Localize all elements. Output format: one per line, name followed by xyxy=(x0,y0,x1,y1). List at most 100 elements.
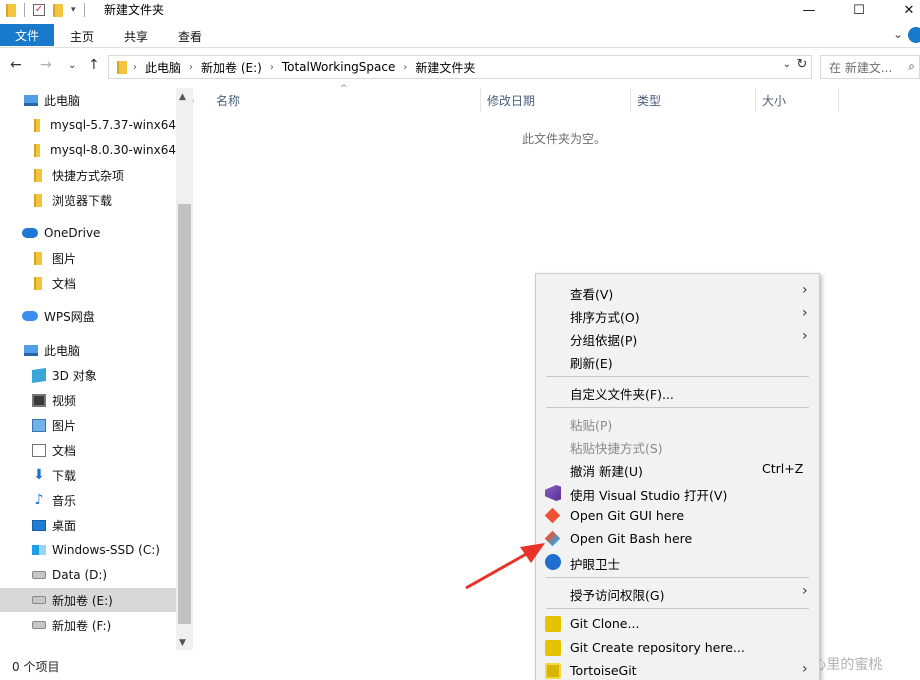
tab-file[interactable]: 文件 xyxy=(0,24,54,46)
chevron-right-icon[interactable]: › xyxy=(270,62,274,73)
tab-home[interactable]: 主页 xyxy=(70,28,94,45)
ribbon: 文件 主页 共享 查看 ⌄ xyxy=(0,22,920,48)
menu-item-open-visual-studio[interactable]: 使用 Visual Studio 打开(V) xyxy=(536,481,819,504)
column-divider[interactable] xyxy=(480,88,481,112)
scroll-up-icon[interactable]: ▲ xyxy=(179,92,186,102)
sidebar-item-this-pc-pinned[interactable]: 此电脑 ✎ xyxy=(24,88,194,112)
menu-item-paste-shortcut: 粘贴快捷方式(S) xyxy=(570,441,663,456)
menu-item-group-by[interactable]: 分组依据(P) › xyxy=(536,326,819,349)
sidebar-item-music[interactable]: ♪ 音乐 xyxy=(32,488,176,512)
column-header-size[interactable]: 大小 xyxy=(762,88,786,112)
menu-separator xyxy=(546,407,809,408)
refresh-button[interactable]: ↻ xyxy=(792,57,812,75)
customize-toolbar-icon[interactable]: ▾ xyxy=(71,5,76,15)
scroll-down-icon[interactable]: ▼ xyxy=(179,638,186,648)
breadcrumb-totalworkingspace[interactable]: TotalWorkingSpace xyxy=(282,60,396,74)
menu-item-customize-folder[interactable]: 自定义文件夹(F)... xyxy=(536,380,819,403)
folder-icon xyxy=(34,118,41,132)
chevron-right-icon[interactable]: › xyxy=(403,62,407,73)
chevron-right-icon[interactable]: › xyxy=(133,62,137,73)
breadcrumb-this-pc[interactable]: 此电脑 xyxy=(145,59,181,76)
sidebar-scrollbar[interactable]: ▲ ▼ xyxy=(176,88,193,650)
expand-ribbon-icon[interactable]: ⌄ xyxy=(893,27,903,41)
sidebar-item-mysql-5[interactable]: mysql-5.7.37-winx64 xyxy=(34,113,176,137)
sidebar-item-3d-objects[interactable]: 3D 对象 xyxy=(32,363,176,387)
annotation-arrow-shaft xyxy=(465,551,529,590)
menu-item-tortoisegit[interactable]: TortoiseGit › xyxy=(536,659,819,680)
breadcrumb-drive-e[interactable]: 新加卷 (E:) xyxy=(201,59,262,76)
sidebar-item-wps-cloud[interactable]: WPS网盘 xyxy=(22,304,176,328)
drive-icon xyxy=(32,621,46,629)
chevron-right-icon[interactable]: › xyxy=(189,62,193,73)
folder-icon xyxy=(117,60,127,74)
menu-item-open-git-gui[interactable]: Open Git GUI here xyxy=(536,504,819,527)
sidebar-item-shortcuts[interactable]: 快捷方式杂项 xyxy=(34,163,176,187)
recent-locations-icon[interactable]: ⌄ xyxy=(68,60,76,71)
sidebar-item-desktop[interactable]: 桌面 xyxy=(32,513,176,537)
sort-ascending-icon: ^ xyxy=(340,84,348,94)
menu-item-git-clone[interactable]: Git Clone... xyxy=(536,612,819,635)
column-divider[interactable] xyxy=(755,88,756,112)
column-header-date-modified[interactable]: 修改日期 xyxy=(487,88,535,112)
menu-item-undo-new[interactable]: 撤消 新建(U) Ctrl+Z xyxy=(536,457,819,480)
navigation-bar: ← → ⌄ ↑ › 此电脑 › 新加卷 (E:) › TotalWorkingS… xyxy=(0,54,920,80)
menu-item-open-git-bash[interactable]: Open Git Bash here xyxy=(536,527,819,550)
properties-icon[interactable]: ✓ xyxy=(33,4,45,16)
address-dropdown-icon[interactable]: ⌄ xyxy=(783,59,791,70)
sidebar-item-documents[interactable]: 文档 xyxy=(32,438,176,462)
menu-item-sort-by[interactable]: 排序方式(O) › xyxy=(536,303,819,326)
sidebar-item-label: 下载 xyxy=(52,468,77,483)
sidebar-item-this-pc[interactable]: 此电脑 xyxy=(24,338,176,362)
search-input[interactable]: 在 新建文... ⌕ xyxy=(820,55,920,79)
sidebar-item-drive-f[interactable]: 新加卷 (F:) xyxy=(32,613,176,637)
menu-item-git-create-repository[interactable]: Git Create repository here... xyxy=(536,636,819,659)
minimize-button[interactable]: — xyxy=(786,0,832,20)
folder-icon[interactable] xyxy=(6,3,16,17)
sidebar-item-label: WPS网盘 xyxy=(44,309,95,324)
menu-item-refresh[interactable]: 刷新(E) xyxy=(536,349,819,372)
breadcrumb-current-folder[interactable]: 新建文件夹 xyxy=(415,59,475,76)
sidebar-item-label: 快捷方式杂项 xyxy=(52,168,125,183)
sidebar-item-drive-d[interactable]: Data (D:) xyxy=(32,563,176,587)
visual-studio-icon xyxy=(545,485,561,501)
column-divider[interactable] xyxy=(630,88,631,112)
maximize-button[interactable]: ☐ xyxy=(836,0,882,20)
menu-item-eye-guard[interactable]: 护眼卫士 xyxy=(536,550,819,573)
sidebar-item-videos[interactable]: 视频 xyxy=(32,388,176,412)
computer-icon xyxy=(24,94,38,106)
sidebar-item-onedrive-documents[interactable]: 文档 xyxy=(34,271,176,295)
tab-view[interactable]: 查看 xyxy=(178,28,202,45)
sidebar-item-label: 文档 xyxy=(52,276,77,291)
new-folder-icon[interactable] xyxy=(53,3,63,17)
column-header-type[interactable]: 类型 xyxy=(637,88,661,112)
close-button[interactable]: ✕ xyxy=(886,0,920,20)
search-icon: ⌕ xyxy=(908,59,915,73)
chevron-right-icon: › xyxy=(802,661,808,677)
tab-share[interactable]: 共享 xyxy=(124,28,148,45)
back-button[interactable]: ← xyxy=(10,57,22,73)
sidebar-item-drive-e[interactable]: 新加卷 (E:) xyxy=(0,588,176,612)
sidebar-item-pictures[interactable]: 图片 xyxy=(32,413,176,437)
help-icon[interactable] xyxy=(908,27,920,43)
sidebar-item-onedrive-pictures[interactable]: 图片 xyxy=(34,246,176,270)
sidebar-item-browser-downloads[interactable]: 浏览器下载 xyxy=(34,188,176,212)
documents-icon xyxy=(32,443,46,457)
sidebar-item-onedrive[interactable]: OneDrive xyxy=(22,221,176,245)
menu-item-give-access[interactable]: 授予访问权限(G) › xyxy=(536,581,819,604)
navigation-pane: 此电脑 ✎ mysql-5.7.37-winx64 mysql-8.0.30-w… xyxy=(0,88,194,650)
menu-separator xyxy=(546,608,809,609)
sidebar-item-downloads[interactable]: ⬇ 下载 xyxy=(32,463,176,487)
folder-icon xyxy=(34,143,41,157)
scrollbar-thumb[interactable] xyxy=(178,204,191,624)
video-icon xyxy=(32,393,46,407)
address-bar[interactable]: › 此电脑 › 新加卷 (E:) › TotalWorkingSpace › 新… xyxy=(108,55,812,79)
sidebar-item-mysql-8[interactable]: mysql-8.0.30-winx64 xyxy=(34,138,176,162)
up-button[interactable]: ↑ xyxy=(88,57,100,73)
forward-button[interactable]: → xyxy=(40,57,52,73)
sidebar-item-label: 此电脑 xyxy=(44,343,81,358)
menu-item-view[interactable]: 查看(V) › xyxy=(536,280,819,303)
column-divider[interactable] xyxy=(838,88,839,112)
sidebar-item-drive-c[interactable]: Windows-SSD (C:) xyxy=(32,538,176,562)
tortoisegit-create-icon xyxy=(545,640,561,656)
column-header-name[interactable]: 名称 xyxy=(216,88,240,112)
